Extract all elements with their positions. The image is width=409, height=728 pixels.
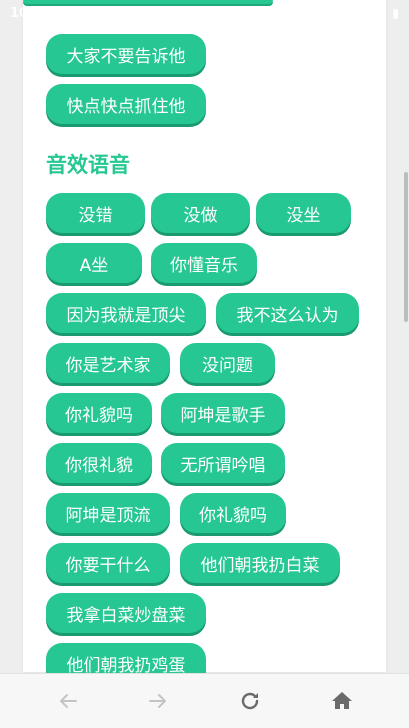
sound-button[interactable]: 你要干什么: [46, 543, 170, 583]
sound-button[interactable]: 无所谓吟唱: [161, 443, 285, 483]
sound-button[interactable]: 没错: [46, 193, 145, 233]
sound-button[interactable]: 你礼貌吗: [46, 393, 152, 433]
refresh-icon[interactable]: [238, 689, 262, 713]
sound-button[interactable]: 阿坤是歌手: [161, 393, 285, 433]
scrollbar[interactable]: [404, 172, 408, 322]
sound-button[interactable]: 我拿白菜炒盘菜: [46, 593, 206, 633]
sound-button[interactable]: 你很礼貌: [46, 443, 152, 483]
sound-button[interactable]: 没坐: [256, 193, 351, 233]
forward-arrow-icon[interactable]: [146, 689, 170, 713]
home-icon[interactable]: [330, 689, 354, 713]
section-title: 音效语音: [46, 153, 130, 177]
back-arrow-icon[interactable]: [56, 689, 80, 713]
sound-button[interactable]: 没问题: [180, 343, 275, 383]
sound-button[interactable]: 你礼貌吗: [180, 493, 286, 533]
sound-button[interactable]: 你是艺术家: [46, 343, 170, 383]
browser-nav-bar: [0, 673, 409, 728]
sound-button[interactable]: 因为我就是顶尖: [46, 293, 206, 333]
partial-button[interactable]: [23, 0, 273, 4]
battery-icon: ▮: [392, 6, 399, 20]
sound-button[interactable]: A坐: [46, 243, 142, 283]
sound-button[interactable]: 我不这么认为: [216, 293, 359, 333]
sound-button[interactable]: 没做: [151, 193, 250, 233]
sound-button[interactable]: 你懂音乐: [151, 243, 257, 283]
sound-button[interactable]: 他们朝我扔白菜: [180, 543, 340, 583]
sound-button[interactable]: 大家不要告诉他: [46, 34, 206, 74]
sound-button[interactable]: 快点快点抓住他: [46, 84, 206, 124]
sound-button[interactable]: 阿坤是顶流: [46, 493, 170, 533]
